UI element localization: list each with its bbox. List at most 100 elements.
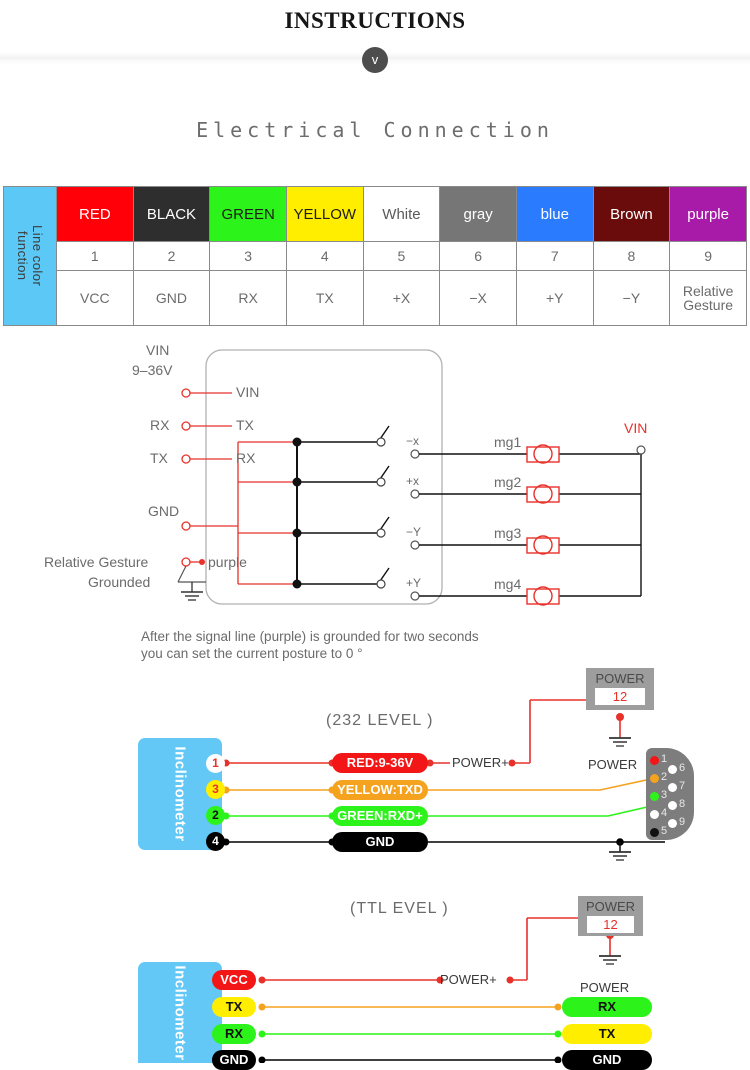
rs232-pin-4: 4 [206,832,225,851]
table-cell-function: +Y [515,270,594,326]
ttl-power-label: POWER [580,980,630,995]
table-cell-number: 9 [669,241,747,271]
table-cell-function: VCC [56,270,134,326]
schematic-coil-mg2: mg2 [494,474,522,490]
db9-pin-label-9: 9 [679,816,686,828]
instructions-page: INSTRUCTIONS v Electrical Connection Lin… [0,0,750,1070]
rs232-power-box-value[interactable]: 12 [595,688,645,705]
schematic-relative-gesture-label: Relative Gesture [44,554,149,570]
schematic-coil-mg4: mg4 [494,576,522,592]
table-cell-function: GND [132,270,211,326]
db9-pin-dot-7 [668,783,677,792]
db9-pin-dot-2 [650,774,659,783]
table-cell-color: BLACK [132,186,211,242]
schematic-coil-mg1: mg1 [494,434,522,450]
rs232-tag-green: GREEN:RXD+ [332,806,428,826]
db9-pin-dot-9 [668,819,677,828]
ttl-right-tag-gnd: GND [562,1050,652,1070]
table-cell-color: GREEN [209,186,287,242]
table-row-numbers: 1 2 3 4 5 6 7 8 9 [4,241,747,271]
rs232-pin-2: 2 [206,806,225,825]
db9-pin-dot-8 [668,801,677,810]
schematic-axis-minus-y: −Y [406,525,422,539]
db9-pin-dot-6 [668,765,677,774]
db9-pin-label-7: 7 [679,780,686,792]
db9-pin-label-5: 5 [661,825,668,837]
section-title: Electrical Connection [196,118,554,142]
ttl-power-supply-box: POWER 12 [578,896,643,936]
ttl-left-tag-vcc: VCC [212,970,256,990]
table-row-header: Line color function [3,186,57,326]
schematic-inner-tx: TX [236,417,254,433]
rs232-power-box-label: POWER [595,671,645,686]
table-cell-number: 7 [515,241,594,271]
table-cell-number: 5 [362,241,441,271]
table-cell-number: 8 [592,241,671,271]
table-cell-number: 4 [285,241,364,271]
schematic-purple-label: purple [208,554,247,570]
rs232-tag-yellow: YELLOW:TXD [332,780,428,800]
schematic-axis-plus-y: +Y [406,576,422,590]
line-color-function-table: Line color function RED BLACK GREEN YELL… [3,186,747,326]
db9-pin-label-8: 8 [679,798,686,810]
schematic-vin-label: VIN [146,342,170,358]
table-cell-color: White [362,186,441,242]
db9-pin-label-1: 1 [661,753,668,765]
table-cell-function: +X [362,270,441,326]
ttl-right-tag-rx: RX [562,997,652,1017]
table-row-header-label: Line color function [15,225,45,287]
table-cell-number: 2 [132,241,211,271]
rs232-tag-gnd: GND [332,832,428,852]
ttl-left-tag-tx: TX [212,997,256,1017]
ttl-left-tag-rx: RX [212,1024,256,1044]
rs232-device-label: Inclinometer [171,746,189,842]
db9-connector[interactable]: 1 2 3 4 5 6 7 8 9 [646,748,694,840]
table-cell-number: 6 [439,241,517,271]
table-cell-color: purple [669,186,747,242]
page-title: INSTRUCTIONS [284,8,466,33]
db9-pin-dot-4 [650,810,659,819]
ttl-power-plus-label: POWER+ [440,972,497,987]
ttl-inclinometer-device: Inclinometer [138,962,222,1063]
rs232-tag-red: RED:9-36V [332,753,428,773]
rs232-pin-3: 3 [206,780,225,799]
table-cell-color: gray [439,186,517,242]
db9-pin-label-6: 6 [679,762,686,774]
table-cell-number: 3 [209,241,287,271]
db9-pin-dot-3 [650,792,659,801]
table-cell-color: Brown [592,186,671,242]
table-cell-number: 1 [56,241,134,271]
schematic-coil-mg3: mg3 [494,525,522,541]
rs232-pin-1: 1 [206,754,225,773]
db9-pin-label-2: 2 [661,771,668,783]
schematic-inner-vin: VIN [236,384,260,400]
table-row-colors: Line color function RED BLACK GREEN YELL… [3,186,747,326]
ttl-right-tag-tx: TX [562,1024,652,1044]
schematic-terminal-rx: RX [150,417,170,433]
ttl-power-box-label: POWER [585,899,636,914]
table-cell-function: TX [285,270,364,326]
db9-pin-label-4: 4 [661,807,668,819]
rs232-power-supply-box: POWER 12 [586,668,654,710]
table-cell-color: YELLOW [285,186,364,242]
schematic-inner-rx: RX [236,450,256,466]
table-cell-function: RX [209,270,287,326]
db9-pin-label-3: 3 [661,789,668,801]
table-cell-color: RED [56,186,134,242]
table-cell-function: Relative Gesture [669,270,747,326]
db9-pin-dot-1 [650,756,659,765]
chevron-down-icon[interactable]: v [362,47,388,73]
schematic-vin-range: 9–36V [132,362,173,378]
schematic-caption: After the signal line (purple) is ground… [141,628,661,662]
schematic-axis-minus-x: −x [406,434,420,448]
caption-line-1: After the signal line (purple) is ground… [141,629,479,644]
table-cell-color: blue [515,186,594,242]
schematic-terminal-tx: TX [150,450,168,466]
schematic-gnd-label: GND [148,503,180,519]
schematic-axis-plus-x: +x [406,474,420,488]
schematic-vin-right-label: VIN [624,420,648,436]
ttl-device-label: Inclinometer [171,964,189,1061]
ttl-left-tag-gnd: GND [212,1050,256,1070]
ttl-power-box-value[interactable]: 12 [587,916,634,933]
table-cell-function: −Y [592,270,671,326]
